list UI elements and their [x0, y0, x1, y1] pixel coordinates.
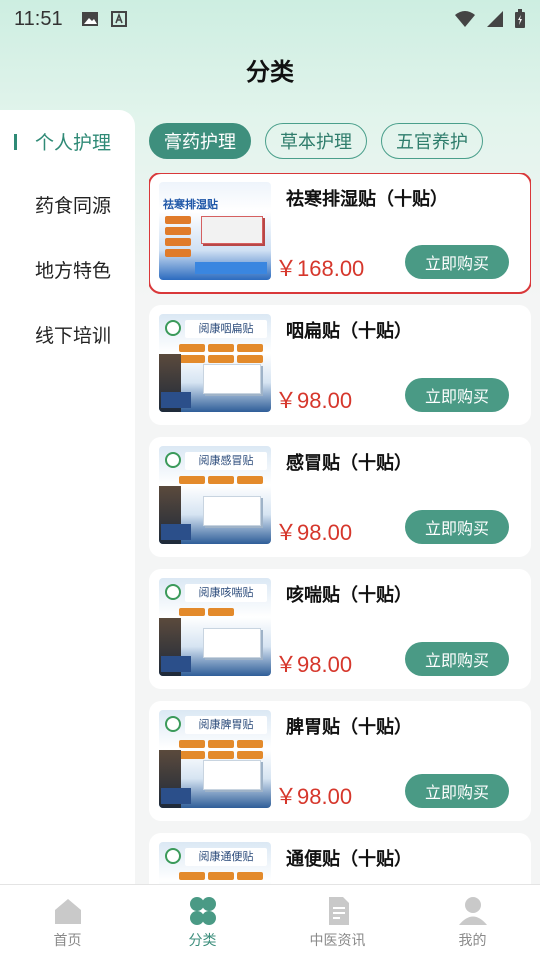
thumbnail-title: 阅康咽扁贴	[185, 320, 267, 338]
product-thumbnail: 阅康感冒贴	[159, 446, 271, 544]
category-sidebar: 个人护理 药食同源 地方特色 线下培训	[0, 110, 135, 884]
tab-plaster-care[interactable]: 膏药护理	[149, 123, 251, 159]
product-price: ￥98.00	[275, 388, 353, 413]
thumbnail-footer	[195, 262, 267, 274]
status-time: 11:51	[14, 7, 63, 30]
product-box-image	[203, 628, 261, 658]
status-bar: 11:51	[0, 0, 540, 38]
thumbnail-title: 祛寒排湿贴	[163, 198, 218, 211]
product-name: 感冒贴（十贴）	[286, 453, 412, 474]
product-thumbnail: 阅康咽扁贴	[159, 314, 271, 412]
sidebar-item-local-specialty[interactable]: 地方特色	[0, 237, 135, 302]
sidebar-item-offline-training[interactable]: 线下培训	[0, 302, 135, 367]
buy-now-button[interactable]: 立即购买	[405, 642, 509, 676]
buy-now-button[interactable]: 立即购买	[405, 378, 509, 412]
product-name: 咳喘贴（十贴）	[286, 585, 412, 606]
nav-category[interactable]: 分类	[135, 885, 270, 960]
buy-now-button[interactable]: 立即购买	[405, 510, 509, 544]
user-icon	[458, 896, 487, 925]
nav-profile-label: 我的	[458, 932, 487, 949]
product-card[interactable]: 祛寒排湿贴 祛寒排湿贴（十贴） ￥168.00 立即购买	[149, 173, 531, 294]
thumbnail-title: 阅康感冒贴	[185, 452, 267, 470]
nav-home[interactable]: 首页	[0, 885, 135, 960]
nav-category-label: 分类	[188, 932, 217, 949]
brand-logo-icon	[165, 716, 181, 732]
nav-tcm-news-label: 中医资讯	[309, 932, 366, 949]
product-price: ￥98.00	[275, 652, 353, 677]
product-box-image	[203, 496, 261, 526]
document-icon	[328, 896, 349, 925]
brand-logo-icon	[165, 452, 181, 468]
buy-now-button[interactable]: 立即购买	[405, 245, 509, 279]
thumbnail-title: 阅康咳喘贴	[185, 584, 267, 602]
product-card[interactable]: 阅康通便贴 通便贴（十贴）	[149, 833, 531, 884]
tab-facial-care[interactable]: 五官养护	[381, 123, 483, 159]
subcategory-tabs: 膏药护理 草本护理 五官养护	[149, 123, 483, 159]
buy-now-button[interactable]: 立即购买	[405, 774, 509, 808]
product-thumbnail: 阅康通便贴	[159, 842, 271, 884]
battery-icon	[515, 9, 525, 28]
page-title: 分类	[246, 58, 294, 86]
nav-profile[interactable]: 我的	[405, 885, 540, 960]
nav-home-label: 首页	[53, 932, 82, 949]
sidebar-item-personal-care[interactable]: 个人护理	[0, 110, 135, 172]
sidebar-item-food-medicine[interactable]: 药食同源	[0, 172, 135, 237]
brand-logo-icon	[165, 320, 181, 336]
product-box-image	[203, 760, 261, 790]
product-box-image	[201, 216, 263, 244]
product-list[interactable]: 祛寒排湿贴 祛寒排湿贴（十贴） ￥168.00 立即购买 阅康咽扁贴 咽扁贴（十…	[149, 173, 531, 884]
product-name: 通便贴（十贴）	[286, 849, 412, 870]
product-thumbnail: 阅康咳喘贴	[159, 578, 271, 676]
product-name: 脾胃贴（十贴）	[286, 717, 412, 738]
thumbnail-title: 阅康通便贴	[185, 848, 267, 866]
nav-tcm-news[interactable]: 中医资讯	[270, 885, 405, 960]
brand-logo-icon	[165, 848, 181, 864]
brand-logo-icon	[165, 584, 181, 600]
product-card[interactable]: 阅康咽扁贴 咽扁贴（十贴） ￥98.00 立即购买	[149, 305, 531, 425]
clover-icon	[189, 896, 216, 925]
product-price: ￥98.00	[275, 520, 353, 545]
product-name: 咽扁贴（十贴）	[286, 321, 412, 342]
product-price: ￥98.00	[275, 784, 353, 809]
product-thumbnail: 阅康脾胃贴	[159, 710, 271, 808]
product-box-image	[203, 364, 261, 394]
product-name: 祛寒排湿贴（十贴）	[286, 189, 448, 210]
product-card[interactable]: 阅康咳喘贴 咳喘贴（十贴） ￥98.00 立即购买	[149, 569, 531, 689]
thumbnail-title: 阅康脾胃贴	[185, 716, 267, 734]
product-price: ￥168.00	[275, 256, 365, 281]
font-icon	[110, 11, 127, 27]
signal-icon	[487, 11, 503, 27]
product-thumbnail: 祛寒排湿贴	[159, 182, 271, 280]
wifi-icon	[455, 11, 475, 27]
product-card[interactable]: 阅康感冒贴 感冒贴（十贴） ￥98.00 立即购买	[149, 437, 531, 557]
product-card[interactable]: 阅康脾胃贴 脾胃贴（十贴） ￥98.00 立即购买	[149, 701, 531, 821]
bottom-navigation: 首页 分类 中医资讯 我的	[0, 884, 540, 960]
tab-herbal-care[interactable]: 草本护理	[265, 123, 367, 159]
image-icon	[81, 12, 98, 26]
home-icon	[54, 898, 81, 924]
